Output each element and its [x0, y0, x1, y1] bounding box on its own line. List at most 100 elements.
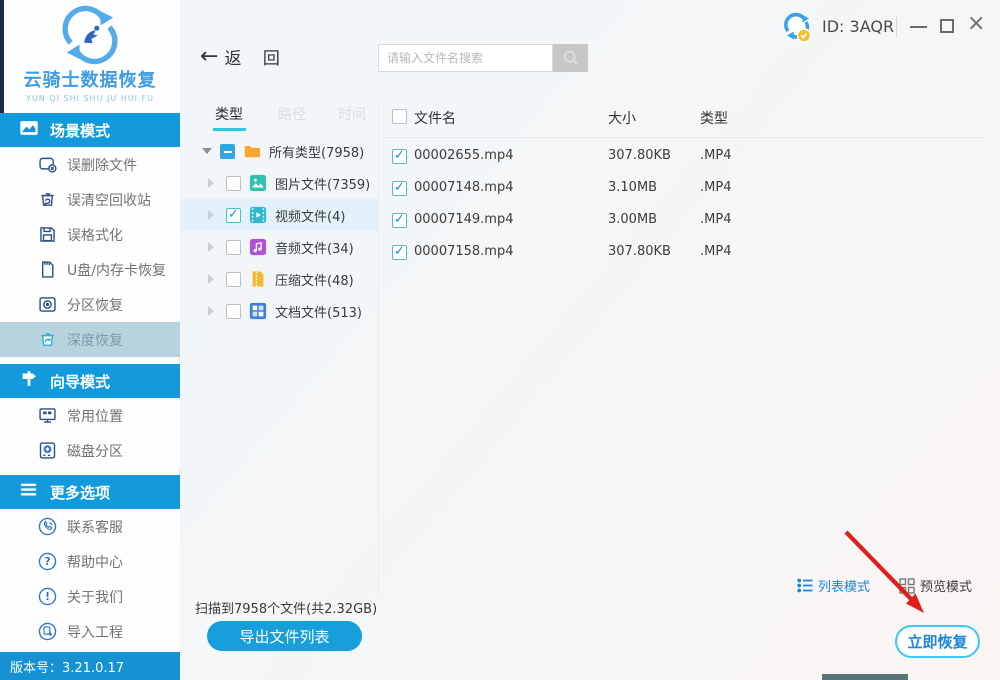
- checkbox-checked[interactable]: [226, 208, 241, 223]
- tree-node-images[interactable]: 图片文件(7359): [180, 167, 378, 199]
- sidebar-item-label: 关于我们: [67, 587, 123, 607]
- sidebar-item-label: 导入工程: [67, 622, 123, 642]
- list-mode-toggle[interactable]: 列表模式: [797, 576, 870, 595]
- sidebar-item-wrong-delete[interactable]: 误删除文件: [0, 147, 180, 182]
- sidebar-item-deep-recovery[interactable]: 深度恢复: [0, 322, 180, 357]
- tree-node-videos[interactable]: 视频文件(4): [180, 199, 378, 231]
- sidebar-section-guide-mode[interactable]: 向导模式: [0, 364, 180, 398]
- app-title: 云骑士数据恢复: [0, 66, 180, 92]
- preview-mode-toggle[interactable]: 预览模式: [899, 576, 972, 595]
- back-arrow-icon: ←: [200, 46, 218, 68]
- tab-type[interactable]: 类型: [215, 104, 243, 124]
- tab-time[interactable]: 时间: [338, 104, 366, 124]
- help-icon: ?: [36, 551, 58, 573]
- app-subtitle: YUN QI SHI SHU JU HUI FU: [0, 94, 180, 103]
- sidebar-item-disk-partitions[interactable]: 磁盘分区: [0, 433, 180, 468]
- scan-status-text: 扫描到7958个文件(共2.32GB): [195, 598, 377, 617]
- row-checkbox-checked[interactable]: [392, 245, 407, 260]
- column-header-filename: 文件名: [414, 108, 456, 128]
- maximize-icon[interactable]: [940, 19, 954, 33]
- tab-path[interactable]: 路径: [278, 104, 306, 124]
- sidebar-item-common-locations[interactable]: 常用位置: [0, 398, 180, 433]
- table-row[interactable]: 00007149.mp4 3.00MB .MP4: [385, 205, 985, 237]
- checkbox-unchecked[interactable]: [226, 240, 241, 255]
- guide-mode-icon: [18, 368, 40, 394]
- export-file-list-button[interactable]: 导出文件列表: [207, 621, 362, 651]
- tree-node-label: 图片文件(7359): [275, 174, 370, 193]
- row-checkbox-checked[interactable]: [392, 213, 407, 228]
- checkbox-unchecked[interactable]: [226, 304, 241, 319]
- close-icon[interactable]: ×: [967, 13, 985, 35]
- caret-right-icon[interactable]: [208, 210, 214, 220]
- sidebar-item-label: 帮助中心: [67, 552, 123, 572]
- checkbox-unchecked[interactable]: [226, 272, 241, 287]
- titlebar-divider: [896, 17, 897, 38]
- row-checkbox-checked[interactable]: [392, 149, 407, 164]
- section-label: 更多选项: [50, 482, 110, 503]
- recover-now-button[interactable]: 立即恢复: [895, 625, 980, 658]
- select-all-checkbox[interactable]: [392, 109, 407, 124]
- sidebar-item-about-us[interactable]: ! 关于我们: [0, 579, 180, 614]
- sidebar-item-wrong-format[interactable]: 误格式化: [0, 217, 180, 252]
- file-size: 3.10MB: [608, 180, 657, 195]
- file-type: .MP4: [700, 148, 731, 163]
- section-label: 场景模式: [50, 120, 110, 141]
- caret-right-icon[interactable]: [208, 274, 214, 284]
- recycle-logo-icon: [59, 4, 121, 66]
- back-button[interactable]: ← 返 回: [200, 44, 288, 69]
- sidebar-item-contact-support[interactable]: 联系客服: [0, 509, 180, 544]
- table-row[interactable]: 00002655.mp4 307.80KB .MP4: [385, 141, 985, 173]
- sidebar-section-scene-mode[interactable]: 场景模式: [0, 113, 180, 147]
- sidebar-item-usb-sdcard-recovery[interactable]: U盘/内存卡恢复: [0, 252, 180, 287]
- sidebar-item-help-center[interactable]: ? 帮助中心: [0, 544, 180, 579]
- row-checkbox-checked[interactable]: [392, 181, 407, 196]
- table-row[interactable]: 00007148.mp4 3.10MB .MP4: [385, 173, 985, 205]
- file-type: .MP4: [700, 212, 731, 227]
- minimize-icon[interactable]: [910, 26, 927, 28]
- sidebar-item-emptied-recycle-bin[interactable]: 误清空回收站: [0, 182, 180, 217]
- search-input[interactable]: [378, 44, 553, 72]
- version-label: 版本号：3.21.0.17: [10, 657, 124, 676]
- caret-down-icon[interactable]: [202, 148, 212, 154]
- floppy-disk-icon: [36, 224, 58, 246]
- search-button[interactable]: [553, 44, 588, 72]
- table-row[interactable]: 00007158.mp4 307.80KB .MP4: [385, 237, 985, 269]
- caret-right-icon[interactable]: [208, 178, 214, 188]
- caret-right-icon[interactable]: [208, 306, 214, 316]
- column-header-size: 大小: [608, 108, 636, 128]
- tree-node-label: 压缩文件(48): [275, 270, 354, 289]
- file-name: 00002655.mp4: [414, 148, 514, 163]
- tree-node-label: 视频文件(4): [275, 206, 345, 225]
- image-file-icon: [249, 174, 267, 192]
- sidebar-item-import-project[interactable]: 导入工程: [0, 614, 180, 649]
- more-options-icon: [18, 479, 40, 505]
- file-size: 307.80KB: [608, 244, 671, 259]
- folder-icon: [243, 142, 261, 160]
- account-badge-icon: [782, 12, 814, 44]
- back-label: 返 回: [224, 44, 287, 69]
- tree-node-all-types[interactable]: 所有类型(7958): [180, 135, 378, 167]
- import-project-icon: [36, 621, 58, 643]
- caret-right-icon[interactable]: [208, 242, 214, 252]
- tree-node-label: 所有类型(7958): [269, 142, 364, 161]
- panel-divider: [378, 100, 379, 595]
- window-edge-strip: [0, 0, 4, 113]
- preview-mode-label: 预览模式: [920, 576, 972, 595]
- checkbox-indeterminate[interactable]: [220, 144, 235, 159]
- app-window: 云骑士数据恢复 YUN QI SHI SHU JU HUI FU 场景模式 误删…: [0, 0, 1000, 680]
- file-type: .MP4: [700, 180, 731, 195]
- list-mode-icon: [797, 578, 813, 593]
- sidebar-item-label: 磁盘分区: [67, 441, 123, 461]
- app-logo: 云骑士数据恢复 YUN QI SHI SHU JU HUI FU: [0, 0, 180, 113]
- file-type-tree: 所有类型(7958) 图片文件(7359) 视频文件(4) 音频文件(34): [180, 135, 378, 327]
- tree-node-archives[interactable]: 压缩文件(48): [180, 263, 378, 295]
- file-size: 307.80KB: [608, 148, 671, 163]
- main-panel: ID: 3AQR × ← 返 回 类型 路径 时间: [180, 0, 1000, 680]
- archive-file-icon: [249, 270, 267, 288]
- recycle-bin-icon: [36, 189, 58, 211]
- tree-node-audio[interactable]: 音频文件(34): [180, 231, 378, 263]
- tree-node-documents[interactable]: 文档文件(513): [180, 295, 378, 327]
- sidebar-section-more-options[interactable]: 更多选项: [0, 475, 180, 509]
- checkbox-unchecked[interactable]: [226, 176, 241, 191]
- sidebar-item-partition-recovery[interactable]: 分区恢复: [0, 287, 180, 322]
